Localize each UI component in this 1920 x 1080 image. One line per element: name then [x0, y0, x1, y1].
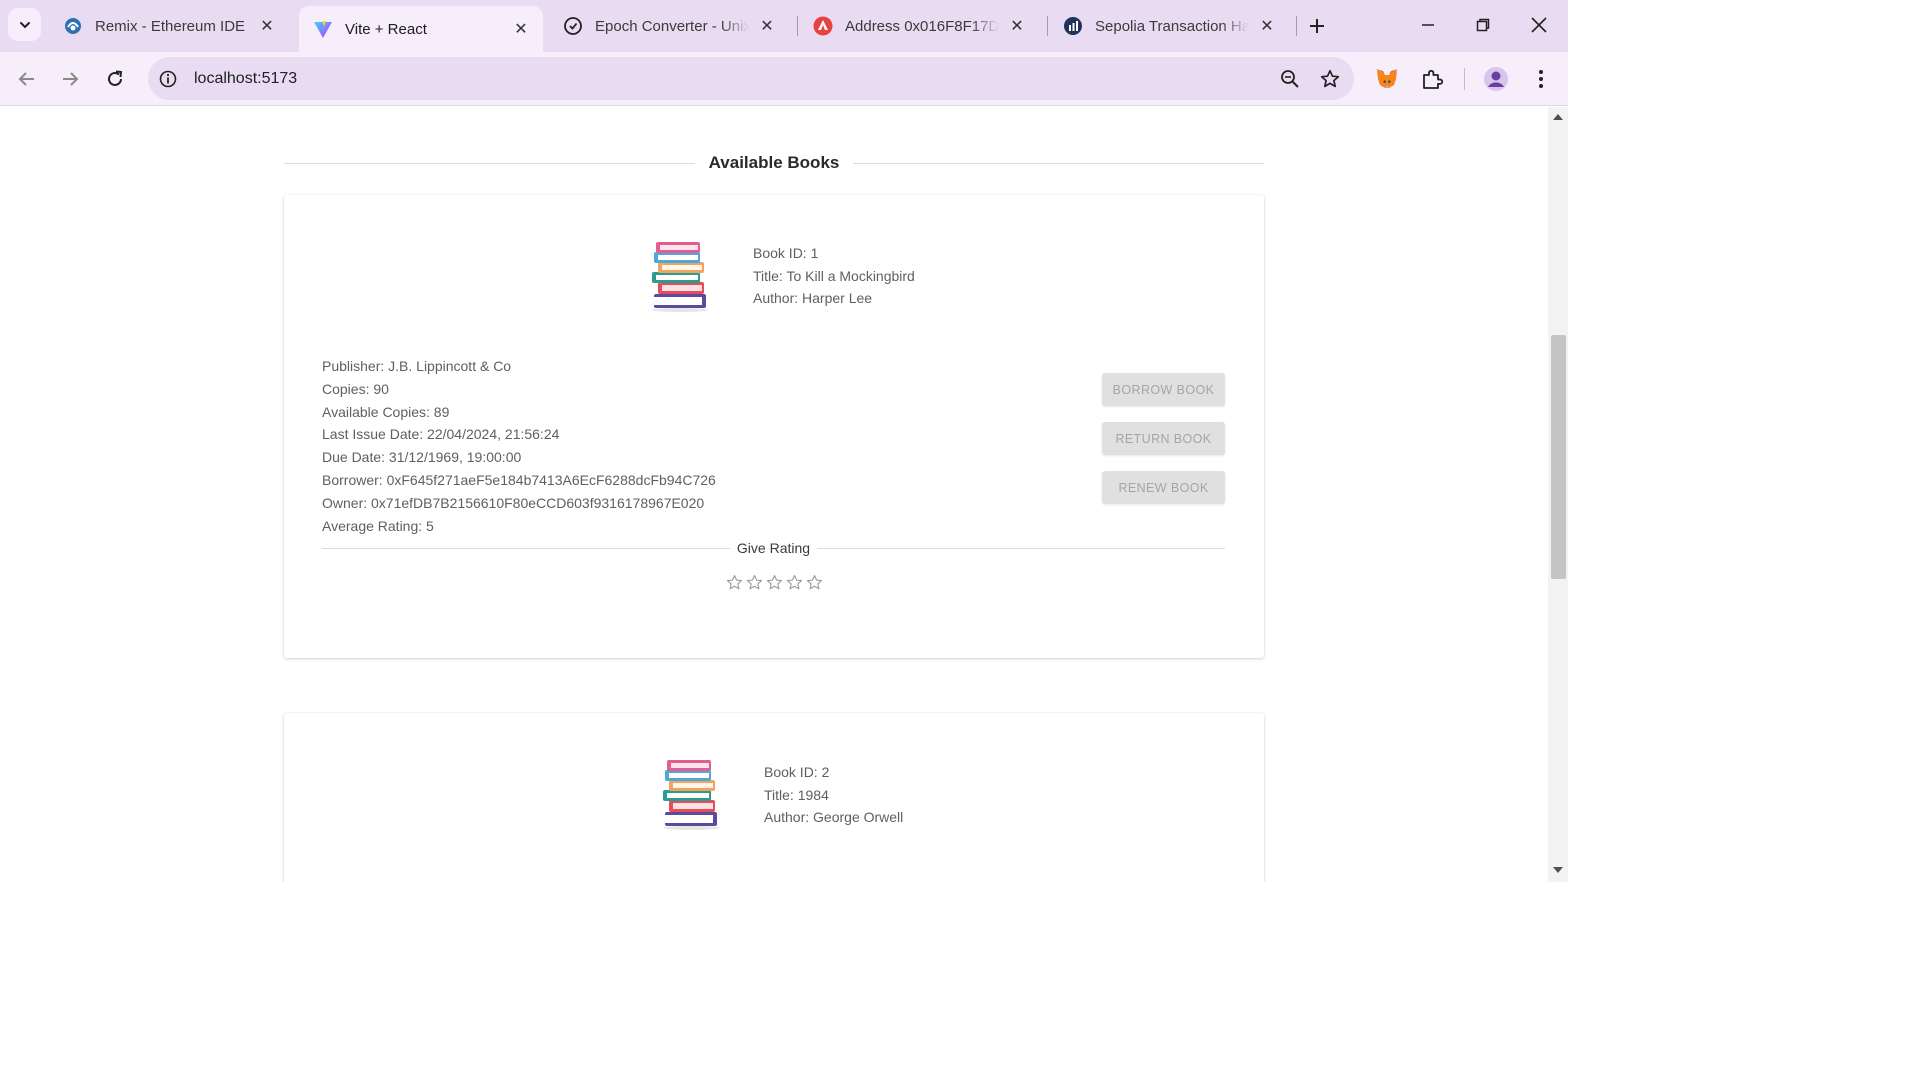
- site-info-icon[interactable]: [154, 65, 182, 93]
- remix-icon: [63, 16, 83, 36]
- book-copies: Copies: 90: [322, 380, 389, 397]
- book-available-copies: Available Copies: 89: [322, 403, 450, 420]
- forward-button[interactable]: [53, 62, 87, 96]
- reload-icon: [108, 70, 123, 86]
- books-stack-icon: [663, 760, 719, 830]
- url-text: localhost:5173: [194, 69, 298, 87]
- book-owner: Owner: 0x71efDB7B2156610F80eCCD603f93161…: [322, 494, 705, 511]
- divider: [853, 162, 1265, 164]
- book-publisher: Publisher: J.B. Lippincott & Co: [322, 358, 512, 374]
- minimize-icon: [1422, 24, 1434, 26]
- close-tab-icon[interactable]: ✕: [1257, 16, 1277, 36]
- reload-button[interactable]: [98, 62, 132, 96]
- more-menu-icon[interactable]: [1524, 62, 1558, 96]
- back-button[interactable]: [10, 62, 44, 96]
- browser-tab-strip: Remix - Ethereum IDE ✕ Vite + React ✕ Ep…: [0, 0, 1568, 52]
- book-borrower: Borrower: 0xF645f271aeF5e184b7413A6EcF62…: [322, 471, 716, 488]
- book-title: Title: To Kill a Mockingbird: [753, 267, 915, 284]
- epoch-clock-icon: [563, 16, 583, 36]
- vite-icon: [313, 19, 333, 39]
- etherscan-icon: [1063, 16, 1083, 36]
- book-meta: Book ID: 1 Title: To Kill a Mockingbird …: [753, 242, 915, 310]
- plus-icon: [1310, 19, 1324, 33]
- close-tab-icon[interactable]: ✕: [757, 16, 777, 36]
- tab-vite-react[interactable]: Vite + React ✕: [299, 6, 543, 52]
- divider: [817, 547, 1225, 549]
- book-meta: Book ID: 2 Title: 1984 Author: George Or…: [764, 761, 903, 829]
- section-title: Available Books: [708, 153, 840, 172]
- scrollbar-thumb[interactable]: [1551, 335, 1566, 579]
- address-bar[interactable]: localhost:5173: [148, 57, 1354, 100]
- tab-title: Address 0x016F8F17DbC: [845, 17, 999, 35]
- tab-address[interactable]: Address 0x016F8F17DbC ✕: [799, 8, 1039, 44]
- scroll-down-arrow-icon[interactable]: [1552, 864, 1564, 876]
- tab-epoch-converter[interactable]: Epoch Converter - Unix T ✕: [549, 8, 789, 44]
- page-scrollbar[interactable]: [1548, 107, 1568, 882]
- give-rating-divider: Give Rating: [322, 538, 1225, 558]
- divider: [284, 162, 695, 164]
- new-tab-button[interactable]: [1303, 12, 1331, 40]
- close-tab-icon[interactable]: ✕: [511, 19, 531, 39]
- toolbar-divider: [1464, 68, 1465, 90]
- give-rating-label: Give Rating: [736, 540, 811, 556]
- tab-title: Sepolia Transaction Hash: [1095, 17, 1249, 35]
- book-author: Author: Harper Lee: [753, 290, 873, 307]
- star-icon[interactable]: [764, 572, 784, 592]
- avalanche-icon: [813, 16, 833, 36]
- arrow-right-icon: [63, 72, 79, 86]
- book-average-rating: Average Rating: 5: [322, 517, 434, 534]
- books-stack-icon: [652, 242, 708, 312]
- restore-icon: [1476, 18, 1490, 32]
- tab-title: Vite + React: [345, 20, 427, 38]
- close-icon: [1531, 17, 1547, 33]
- tab-title: Remix - Ethereum IDE: [95, 17, 246, 35]
- book-due-date: Due Date: 31/12/1969, 19:00:00: [322, 449, 522, 466]
- star-icon[interactable]: [724, 572, 744, 592]
- extensions-puzzle-icon[interactable]: [1415, 62, 1449, 96]
- book-author: Author: George Orwell: [764, 809, 904, 826]
- close-tab-icon[interactable]: ✕: [257, 16, 277, 36]
- browser-toolbar: localhost:5173: [0, 52, 1568, 106]
- tab-sepolia[interactable]: Sepolia Transaction Hash ✕: [1049, 8, 1289, 44]
- metamask-icon[interactable]: [1370, 62, 1404, 96]
- renew-book-button[interactable]: RENEW BOOK: [1102, 471, 1225, 504]
- book-details: Publisher: J.B. Lippincott & Co Copies: …: [322, 355, 716, 537]
- star-icon[interactable]: [804, 572, 824, 592]
- return-book-button[interactable]: RETURN BOOK: [1102, 422, 1225, 455]
- book-card: Book ID: 1 Title: To Kill a Mockingbird …: [284, 195, 1264, 658]
- tab-search-button[interactable]: [8, 8, 41, 41]
- divider: [322, 547, 730, 549]
- profile-avatar-icon[interactable]: [1479, 62, 1513, 96]
- book-last-issue-date: Last Issue Date: 22/04/2024, 21:56:24: [322, 426, 560, 443]
- book-title: Title: 1984: [764, 786, 829, 803]
- tab-separator: [1047, 16, 1048, 36]
- close-tab-icon[interactable]: ✕: [1007, 16, 1027, 36]
- close-window-button[interactable]: [1515, 8, 1563, 42]
- scroll-up-arrow-icon[interactable]: [1552, 111, 1564, 123]
- chevron-down-icon: [19, 21, 30, 28]
- arrow-left-icon: [18, 72, 34, 86]
- book-id: Book ID: 1: [753, 245, 819, 261]
- book-card: Book ID: 2 Title: 1984 Author: George Or…: [284, 713, 1264, 882]
- star-icon[interactable]: [784, 572, 804, 592]
- book-id: Book ID: 2: [764, 764, 830, 780]
- tab-separator: [1296, 16, 1297, 36]
- page-viewport: Available Books Book ID: 1 Title: To Kil…: [0, 107, 1548, 882]
- tab-title: Epoch Converter - Unix T: [595, 17, 749, 35]
- minimize-button[interactable]: [1404, 8, 1452, 42]
- restore-button[interactable]: [1459, 8, 1507, 42]
- star-rating-input[interactable]: [724, 572, 824, 592]
- bookmark-star-icon[interactable]: [1314, 63, 1346, 95]
- tab-separator: [797, 16, 798, 36]
- tab-remix[interactable]: Remix - Ethereum IDE ✕: [49, 8, 289, 44]
- borrow-book-button[interactable]: BORROW BOOK: [1102, 373, 1225, 406]
- zoom-icon[interactable]: [1274, 63, 1306, 95]
- star-icon[interactable]: [744, 572, 764, 592]
- section-header: Available Books: [284, 151, 1265, 175]
